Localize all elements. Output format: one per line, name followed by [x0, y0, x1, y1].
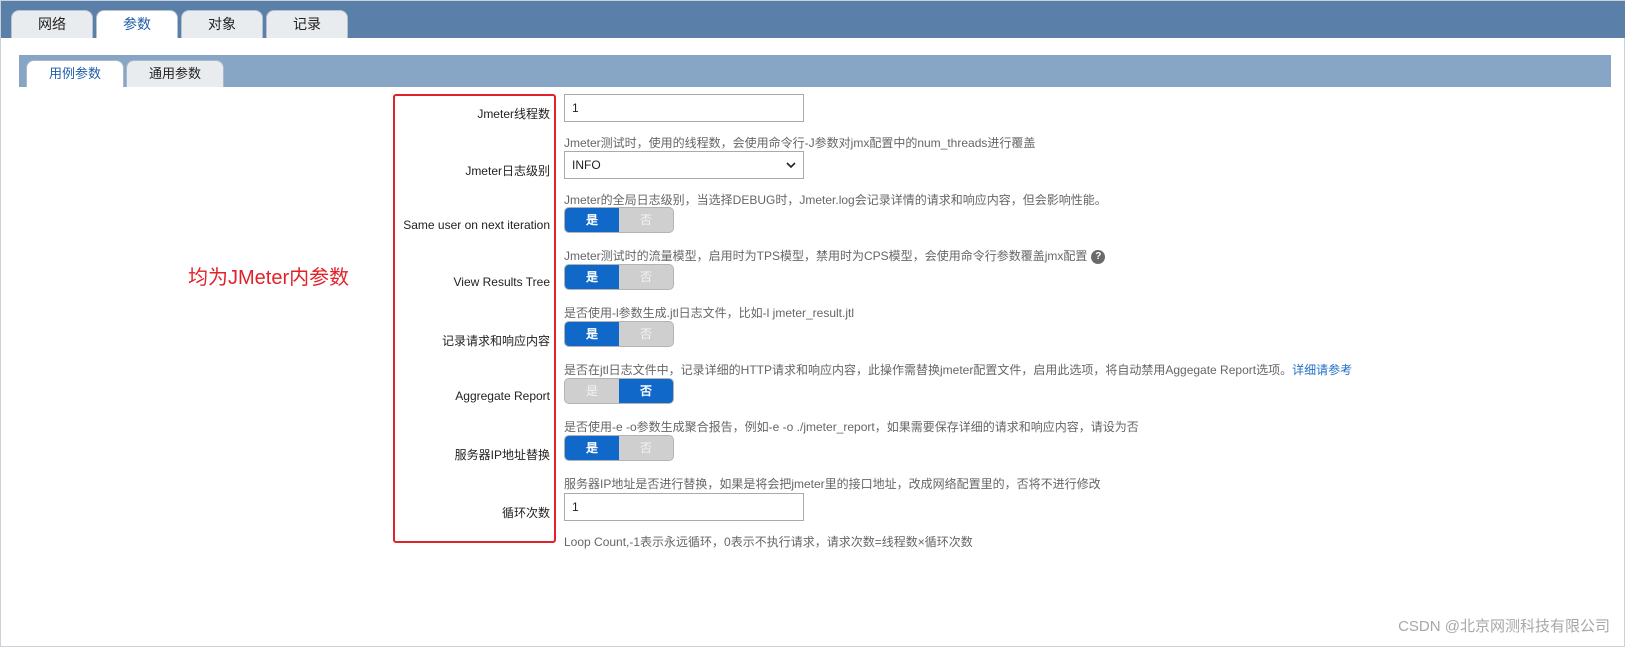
toggle-no[interactable]: 否 — [619, 322, 673, 346]
server-ip-replace-toggle[interactable]: 是 否 — [564, 435, 674, 461]
row-jmeter-threads: Jmeter线程数 Jmeter测试时，使用的线程数，会使用命令行-J参数对jm… — [1, 94, 1625, 151]
row-same-user: Same user on next iteration 是 否 Jmeter测试… — [1, 207, 1625, 264]
toggle-yes[interactable]: 是 — [565, 322, 619, 346]
jmeter-threads-input[interactable] — [564, 94, 804, 122]
row-jmeter-log-level: Jmeter日志级别 INFO Jmeter的全局日志级别，当选择DEBUG时，… — [1, 151, 1625, 208]
details-link[interactable]: 详细请参考 — [1292, 363, 1352, 377]
toggle-yes[interactable]: 是 — [565, 436, 619, 460]
watermark: CSDN @北京网测科技有限公司 — [1398, 618, 1610, 635]
loop-count-input[interactable] — [564, 493, 804, 521]
tab-parameters[interactable]: 参数 — [96, 10, 178, 38]
app-window: 网络 参数 对象 记录 用例参数 通用参数 Jmeter线程数 Jmeter测试… — [0, 0, 1625, 647]
toggle-no[interactable]: 否 — [619, 379, 673, 403]
help-same-user-text: Jmeter测试时的流量模型，启用时为TPS模型，禁用时为CPS模型，会使用命令… — [564, 249, 1088, 263]
toggle-no[interactable]: 否 — [619, 208, 673, 232]
params-form: Jmeter线程数 Jmeter测试时，使用的线程数，会使用命令行-J参数对jm… — [1, 87, 1625, 607]
view-results-tree-toggle[interactable]: 是 否 — [564, 264, 674, 290]
tab-records[interactable]: 记录 — [266, 10, 348, 38]
jmeter-log-level-select[interactable]: INFO — [564, 151, 804, 179]
question-circle-icon[interactable]: ? — [1091, 249, 1106, 264]
help-server-ip-replace: 服务器IP地址是否进行替换，如果是将会把jmeter里的接口地址，改成网络配置里… — [564, 477, 1101, 491]
help-view-results-tree: 是否使用-l参数生成.jtl日志文件，比如-l jmeter_result.jt… — [564, 306, 855, 320]
row-server-ip-replace: 服务器IP地址替换 是 否 服务器IP地址是否进行替换，如果是将会把jmeter… — [1, 435, 1625, 492]
subtab-case-params[interactable]: 用例参数 — [26, 60, 124, 87]
row-record-req-resp: 记录请求和响应内容 是 否 是否在jtl日志文件中，记录详细的HTTP请求和响应… — [1, 321, 1625, 378]
help-jmeter-threads: Jmeter测试时，使用的线程数，会使用命令行-J参数对jmx配置中的num_t… — [564, 136, 1036, 150]
help-record-req-resp: 是否在jtl日志文件中，记录详细的HTTP请求和响应内容，此操作需替换jmete… — [564, 361, 1352, 378]
select-value: INFO — [572, 158, 601, 172]
row-loop-count: 循环次数 Loop Count,-1表示永远循环，0表示不执行请求，请求次数=线… — [1, 493, 1625, 550]
help-aggregate-report: 是否使用-e -o参数生成聚合报告，例如-e -o ./jmeter_repor… — [564, 420, 1139, 434]
aggregate-report-toggle[interactable]: 是 否 — [564, 378, 674, 404]
row-aggregate-report: Aggregate Report 是 否 是否使用-e -o参数生成聚合报告，例… — [1, 378, 1625, 435]
help-jmeter-log-level: Jmeter的全局日志级别，当选择DEBUG时，Jmeter.log会记录详情的… — [564, 193, 1107, 207]
toggle-yes[interactable]: 是 — [565, 265, 619, 289]
toggle-no[interactable]: 否 — [619, 265, 673, 289]
help-loop-count: Loop Count,-1表示永远循环，0表示不执行请求，请求次数=线程数×循环… — [564, 535, 973, 549]
subtab-common-params[interactable]: 通用参数 — [126, 60, 224, 87]
annotation-text: 均为JMeter内参数 — [188, 267, 350, 289]
help-record-req-resp-text: 是否在jtl日志文件中，记录详细的HTTP请求和响应内容，此操作需替换jmete… — [564, 363, 1293, 377]
record-req-resp-toggle[interactable]: 是 否 — [564, 321, 674, 347]
toggle-no[interactable]: 否 — [619, 436, 673, 460]
toggle-yes[interactable]: 是 — [565, 208, 619, 232]
same-user-toggle[interactable]: 是 否 — [564, 207, 674, 233]
top-tab-bar: 网络 参数 对象 记录 — [1, 1, 1625, 38]
sub-tab-bar: 用例参数 通用参数 — [19, 55, 1611, 87]
toggle-yes[interactable]: 是 — [565, 379, 619, 403]
tab-network[interactable]: 网络 — [11, 10, 93, 38]
tab-objects[interactable]: 对象 — [181, 10, 263, 38]
annotation-highlight-box — [393, 94, 556, 543]
help-same-user: Jmeter测试时的流量模型，启用时为TPS模型，禁用时为CPS模型，会使用命令… — [564, 247, 1106, 264]
chevron-down-icon — [786, 162, 796, 169]
